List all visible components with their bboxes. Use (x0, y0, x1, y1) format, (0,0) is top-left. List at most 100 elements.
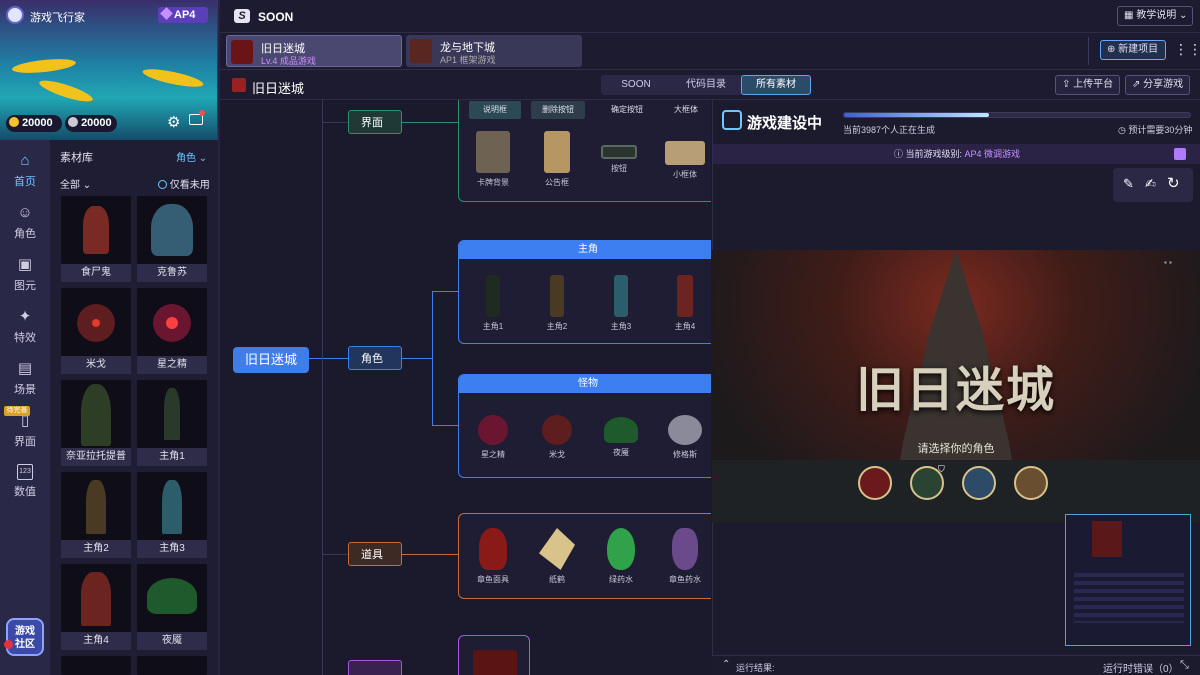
expand-icon[interactable]: ⤡ (1180, 659, 1189, 672)
prop-item[interactable]: 纸鹤 (535, 528, 579, 585)
monster-item[interactable]: 星之精 (471, 409, 515, 460)
more-icon[interactable]: ⋮⋮ (1174, 41, 1200, 58)
asset-card[interactable]: 夜魇 (137, 564, 207, 650)
asset-thumbnail (137, 472, 207, 540)
coin-silver: 20000 (65, 115, 117, 132)
project-tab-active[interactable]: 旧日迷城 Lv.4 成品游戏 (226, 35, 402, 67)
monster-label: 星之精 (481, 450, 505, 459)
monster-item[interactable]: 米戈 (535, 409, 579, 460)
tab-all-assets[interactable]: 所有素材 (741, 75, 811, 95)
all-filter-dropdown[interactable]: 全部 ⌄ (60, 176, 91, 191)
branch-node-partial[interactable] (348, 660, 402, 675)
nav-scene[interactable]: ▤ 场景 (0, 354, 50, 406)
asset-card[interactable]: 主角4 (61, 564, 131, 650)
tab-soon[interactable]: SOON (601, 75, 671, 95)
tier-gem-icon (1174, 148, 1186, 160)
ui-item[interactable]: 小框体 (663, 131, 707, 180)
ui-button-chip[interactable]: 删除按钮 (531, 101, 585, 119)
share-label: 分享游戏 (1143, 79, 1184, 90)
number-icon: 123 (17, 464, 33, 480)
asset-card[interactable] (61, 656, 131, 675)
fish-icon (11, 56, 77, 76)
protagonist-item[interactable]: 主角3 (599, 275, 643, 332)
character-choice-avatar[interactable] (858, 466, 892, 500)
left-column: 游戏飞行家 AP4 20000 20000 ⚙ ⌂ 首页 ☺ 角色 ▣ 图元 ✦ 特效 … (0, 0, 220, 675)
asset-card[interactable]: 食尸鬼 (61, 196, 131, 282)
game-level-bar: ⓘ 当前游戏级别: AP4 微调游戏 (713, 144, 1200, 164)
character-choice-avatar[interactable] (1014, 466, 1048, 500)
asset-label: 食尸鬼 (61, 264, 131, 282)
avatar[interactable] (6, 6, 24, 24)
only-unused-toggle[interactable]: 仅看未用 (158, 176, 210, 191)
radio-icon (158, 180, 167, 189)
console-bar: ⌃ 运行结果: 运行时错误（0） ⤡ (712, 655, 1200, 675)
connector-line (402, 554, 458, 555)
branch-node-character[interactable]: 角色 (348, 346, 402, 370)
chevron-up-icon[interactable]: ⌃ (722, 659, 730, 670)
scene-image[interactable] (473, 650, 517, 675)
protagonist-image (677, 275, 693, 317)
asset-card[interactable] (137, 656, 207, 675)
protagonist-label: 主角4 (674, 322, 696, 331)
asset-card[interactable]: 星之精 (137, 288, 207, 374)
refresh-icon[interactable]: ↻ (1167, 174, 1180, 192)
protagonist-item[interactable]: 主角1 (471, 275, 515, 332)
tab-code-directory[interactable]: 代码目录 (671, 75, 741, 95)
project-tab[interactable]: 龙与地下城 AP1 框架游戏 (406, 35, 582, 67)
asset-card[interactable]: 克鲁苏 (137, 196, 207, 282)
game-preview[interactable]: 旧日迷城 请选择你的角色 ⛉ ▪ ▪ (712, 250, 1200, 523)
nav-effects[interactable]: ✦ 特效 (0, 302, 50, 354)
prop-item[interactable]: 章鱼药水 (663, 528, 707, 585)
asset-tree-canvas[interactable]: 旧日迷城 界面 角色 道具 说明框 删除按钮 确定按钮 大框体 卡牌背景 公告框… (222, 100, 711, 675)
asset-thumbnail (61, 656, 131, 675)
window-controls[interactable]: ▪ ▪ (1164, 258, 1190, 267)
type-filter-dropdown[interactable]: 角色 ⌄ (176, 149, 207, 164)
users-generating: 当前3987个人正在生成 (843, 125, 936, 135)
asset-card[interactable]: 奈亚拉托提普 (61, 380, 131, 466)
monster-item[interactable]: 修格斯 (663, 409, 707, 460)
prop-item[interactable]: 绿药水 (599, 528, 643, 585)
nav-home[interactable]: ⌂ 首页 (0, 146, 50, 198)
edit-icon[interactable]: ✎ (1123, 176, 1134, 192)
monster-item[interactable]: 夜魇 (599, 409, 643, 458)
branch-node-props[interactable]: 道具 (348, 542, 402, 566)
ui-button-chip[interactable]: 确定按钮 (599, 101, 655, 119)
prop-item[interactable]: 章鱼面具 (471, 528, 515, 585)
asset-card[interactable]: 主角1 (137, 380, 207, 466)
asset-card[interactable]: 米戈 (61, 288, 131, 374)
ui-item-label: 按钮 (611, 164, 627, 173)
protagonist-item[interactable]: 主角2 (535, 275, 579, 332)
nav-image[interactable]: ▣ 图元 (0, 250, 50, 302)
edit-note-icon[interactable]: ✍ (1145, 176, 1156, 192)
community-button[interactable]: 游戏社区 (6, 618, 44, 656)
protagonist-item[interactable]: 主角4 (663, 275, 707, 332)
ui-button-chip[interactable]: 说明框 (469, 101, 521, 119)
ui-item[interactable]: 卡牌背景 (471, 131, 515, 188)
monster-label: 修格斯 (673, 450, 697, 459)
ui-item-label: 卡牌背景 (477, 178, 509, 187)
branch-node-interface[interactable]: 界面 (348, 110, 402, 134)
asset-card[interactable]: 主角2 (61, 472, 131, 558)
upload-button[interactable]: ⇪ 上传平台 (1055, 75, 1121, 95)
ui-item[interactable]: 公告框 (535, 131, 579, 188)
home-icon: ⌂ (20, 152, 30, 169)
minimap-thumbnail[interactable] (1065, 514, 1191, 646)
tutorial-dropdown[interactable]: ▦ 教学说明 ⌄ (1117, 6, 1193, 26)
nav-interface[interactable]: 待完善 ▯ 界面 (0, 406, 50, 458)
tab-divider (1088, 37, 1089, 65)
runtime-errors[interactable]: 运行时错误（0） (1103, 660, 1179, 675)
nav-character[interactable]: ☺ 角色 (0, 198, 50, 250)
asset-card[interactable]: 主角3 (137, 472, 207, 558)
character-choice-avatar[interactable] (962, 466, 996, 500)
build-progress-fill (844, 113, 990, 117)
chevron-down-icon: ⌄ (1179, 10, 1188, 21)
share-button[interactable]: ⇗ 分享游戏 (1125, 75, 1191, 95)
ui-item[interactable]: 按钮 (597, 131, 641, 174)
nav-values[interactable]: 123 数值 (0, 458, 50, 510)
settings-gear-icon[interactable]: ⚙ (167, 113, 180, 131)
share-icon: ⇗ (1132, 79, 1141, 90)
root-node[interactable]: 旧日迷城 (233, 347, 309, 373)
asset-thumbnail (61, 380, 131, 448)
ui-button-chip[interactable]: 大框体 (661, 101, 711, 119)
new-project-button[interactable]: ⊕ 新建项目 (1100, 40, 1166, 60)
